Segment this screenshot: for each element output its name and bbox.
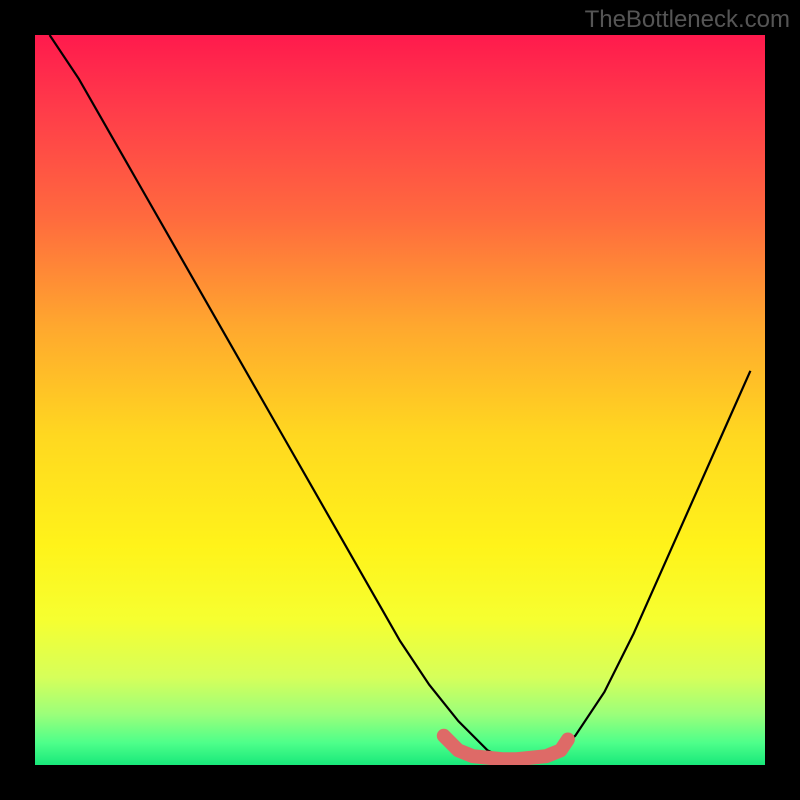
highlight-curve bbox=[444, 736, 568, 759]
plot-area bbox=[35, 35, 765, 765]
chart-container: TheBottleneck.com bbox=[0, 0, 800, 800]
main-curve bbox=[50, 35, 751, 758]
chart-svg bbox=[35, 35, 765, 765]
watermark-text: TheBottleneck.com bbox=[585, 6, 790, 34]
